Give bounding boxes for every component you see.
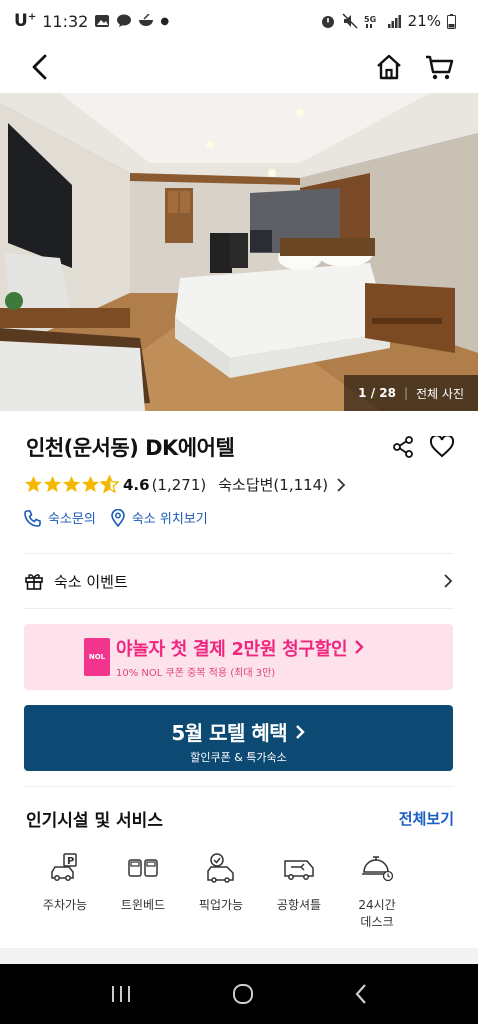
alarm-icon (321, 16, 334, 28)
location-pin-icon (111, 508, 125, 527)
chevron-right-icon (295, 725, 305, 739)
promo-blue-title: 5월 모텔 혜택 (24, 717, 453, 746)
parking-icon: P (51, 853, 77, 881)
promo-pink-subtitle: 10% NOL 쿠폰 중복 적용 (최대 3만) (116, 668, 276, 679)
rating-row[interactable]: 4.6 (1,271) 숙소답변(1,114) (24, 474, 454, 495)
gallery-icon (95, 15, 110, 27)
phone-icon (24, 509, 41, 527)
amenities-header: 인기시설 및 서비스 전체보기 (26, 806, 454, 831)
heart-icon[interactable] (430, 436, 454, 458)
promo-blue-subtitle: 할인쿠폰 & 특가숙소 (190, 751, 287, 764)
amenities-title: 인기시설 및 서비스 (26, 811, 163, 831)
divider (24, 608, 454, 609)
contact-label: 숙소문의 (48, 512, 96, 527)
amenity-front-desk[interactable]: 24시간 데스크 (338, 850, 416, 930)
amenity-pickup[interactable]: 픽업가능 (182, 850, 260, 930)
chevron-right-icon (337, 477, 346, 492)
battery-percent: 21% (407, 12, 441, 30)
shuttle-icon (284, 860, 314, 880)
location-button[interactable]: 숙소 위치보기 (110, 508, 208, 527)
contact-button[interactable]: 숙소문의 (24, 508, 96, 527)
photo-index: 1 / 28 (358, 386, 396, 400)
signal-icon (387, 15, 401, 28)
svg-text:P: P (67, 856, 74, 867)
title-row: 인천(운서동) DK에어텔 (26, 432, 454, 462)
star-full-icon (62, 475, 81, 493)
nol-logo: NOL (84, 638, 110, 676)
section-spacer (0, 948, 478, 964)
mute-icon (342, 13, 358, 29)
bowl-icon (139, 14, 154, 26)
twin-bed-icon (128, 859, 158, 877)
share-icon[interactable] (392, 436, 414, 458)
back-button[interactable] (24, 52, 54, 82)
amenity-twin-bed[interactable]: 트윈베드 (104, 850, 182, 930)
back-arrow-icon (32, 54, 47, 80)
chevron-right-icon (355, 640, 364, 654)
star-full-icon (24, 475, 43, 493)
cart-icon (426, 55, 454, 80)
recent-apps-icon[interactable] (109, 984, 133, 1004)
motel-benefit-banner[interactable]: 5월 모텔 혜택 할인쿠폰 & 특가숙소 (24, 705, 453, 771)
star-half-icon (100, 475, 119, 494)
event-label: 숙소 이벤트 (54, 572, 128, 591)
amenity-shuttle[interactable]: 공항셔틀 (260, 850, 338, 930)
event-row[interactable]: 숙소 이벤트 (24, 556, 454, 606)
home-button[interactable] (374, 52, 404, 82)
photo-counter[interactable]: 1 / 28 | 전체 사진 (344, 375, 478, 411)
location-label: 숙소 위치보기 (131, 512, 208, 527)
see-all-link[interactable]: 전체보기 (399, 808, 454, 829)
divider (24, 786, 454, 787)
rating-score: 4.6 (123, 475, 150, 494)
nol-promo-banner[interactable]: NOL 야놀자 첫 결제 2만원 청구할인 10% NOL 쿠폰 중복 적용 (… (24, 624, 453, 690)
gift-icon (25, 574, 43, 590)
promo-pink-title: 야놀자 첫 결제 2만원 청구할인 (116, 635, 365, 661)
chat-icon (117, 14, 132, 27)
dot-icon: ● (160, 15, 170, 27)
carrier-label: U+ (14, 11, 37, 31)
front-desk-icon (362, 856, 394, 882)
home-icon (377, 54, 401, 80)
rating-stars (24, 475, 119, 494)
top-nav (0, 42, 478, 92)
pickup-icon (207, 853, 234, 883)
divider (24, 553, 454, 554)
clock: 11:32 (42, 11, 89, 31)
cart-button[interactable] (424, 52, 454, 82)
chevron-right-icon (444, 574, 453, 588)
svg-text:5G: 5G (364, 15, 376, 24)
all-photos-label: 전체 사진 (416, 386, 464, 401)
star-full-icon (43, 475, 62, 493)
rating-count: (1,271) (151, 475, 207, 494)
hero-photo[interactable]: 1 / 28 | 전체 사진 (0, 93, 478, 411)
review-reply-label: 숙소답변(1,114) (218, 476, 329, 494)
home-nav-icon[interactable] (231, 982, 255, 1006)
android-nav-bar (0, 964, 478, 1024)
contact-row: 숙소문의 숙소 위치보기 (24, 508, 208, 527)
star-full-icon (81, 475, 100, 493)
back-nav-icon[interactable] (353, 982, 369, 1006)
status-bar: U+ 11:32 ● 5G 21% (0, 0, 478, 42)
room-photo (0, 93, 478, 411)
amenity-parking[interactable]: P 주차가능 (26, 850, 104, 930)
amenities-list: P 주차가능 트윈베드 픽업가능 공항셔틀 24시간 데스크 (26, 850, 416, 930)
hotel-title: 인천(운서동) DK에어텔 (26, 436, 235, 460)
battery-icon (447, 13, 456, 29)
5g-icon: 5G (364, 15, 376, 28)
photo-counter-separator: | (403, 386, 409, 400)
